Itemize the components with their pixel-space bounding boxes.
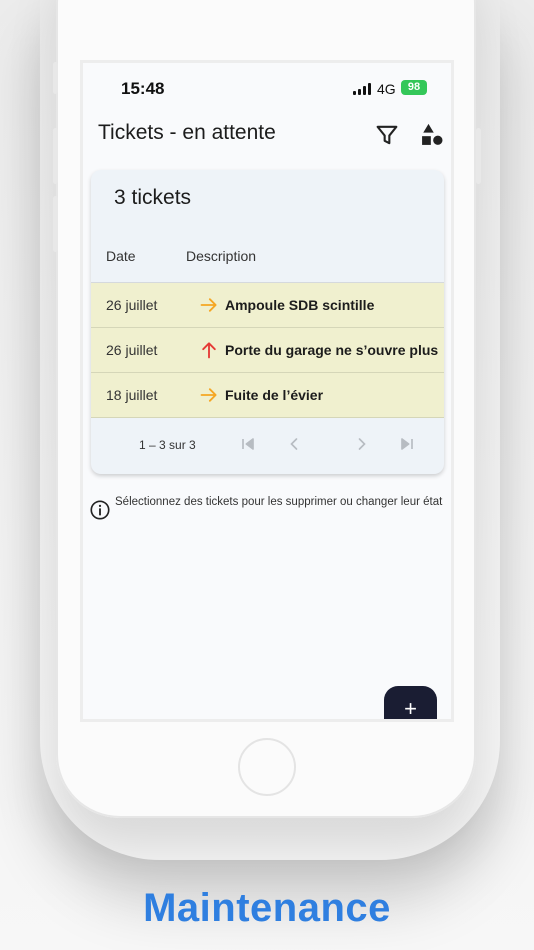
ticket-description: Ampoule SDB scintille [225,297,375,313]
signal-icon [353,83,373,95]
arrow-right-icon [199,385,219,405]
shapes-icon[interactable] [418,121,446,149]
plus-icon: + [404,696,417,721]
network-type: 4G [377,81,396,97]
column-header-description[interactable]: Description [186,248,256,264]
battery-icon: 98 [401,80,427,95]
ticket-description: Porte du garage ne s’ouvre plus [225,342,439,358]
power-button [476,128,481,184]
ticket-date: 18 juillet [106,387,158,403]
table-row[interactable]: 26 juillet Ampoule SDB scintille [91,283,444,328]
next-page-icon[interactable] [352,434,372,454]
first-page-icon[interactable] [238,434,258,454]
tickets-table-card: 3 tickets Date Description 26 juillet Am… [91,170,444,474]
info-icon [89,499,111,521]
arrow-up-icon [199,340,219,360]
home-button [238,738,296,796]
previous-page-icon[interactable] [284,434,304,454]
page-title: Tickets - en attente [98,121,276,144]
status-bar: 15:48 4G 98 [83,63,451,115]
tickets-count: 3 tickets [114,186,192,209]
filter-icon[interactable] [373,121,401,149]
ticket-date: 26 juillet [106,342,158,358]
volume-up-button [53,128,58,184]
ticket-date: 26 juillet [106,297,158,313]
last-page-icon[interactable] [397,434,417,454]
brand-title: Maintenance [143,886,391,930]
column-header-date[interactable]: Date [106,248,136,264]
ticket-description: Fuite de l’évier [225,387,324,403]
add-ticket-button[interactable]: + [384,686,437,721]
table-row[interactable]: 26 juillet Porte du garage ne s’ouvre pl… [91,328,444,373]
app-screen: 15:48 4G 98 Tickets - en attente 3 ticke… [80,60,454,722]
info-message: Sélectionnez des tickets pour les suppri… [115,496,443,508]
table-row[interactable]: 18 juillet Fuite de l’évier [91,373,444,418]
mute-switch [53,62,58,94]
arrow-right-icon [199,295,219,315]
pagination-range: 1 – 3 sur 3 [139,438,196,452]
volume-down-button [53,196,58,252]
status-time: 15:48 [121,79,165,98]
